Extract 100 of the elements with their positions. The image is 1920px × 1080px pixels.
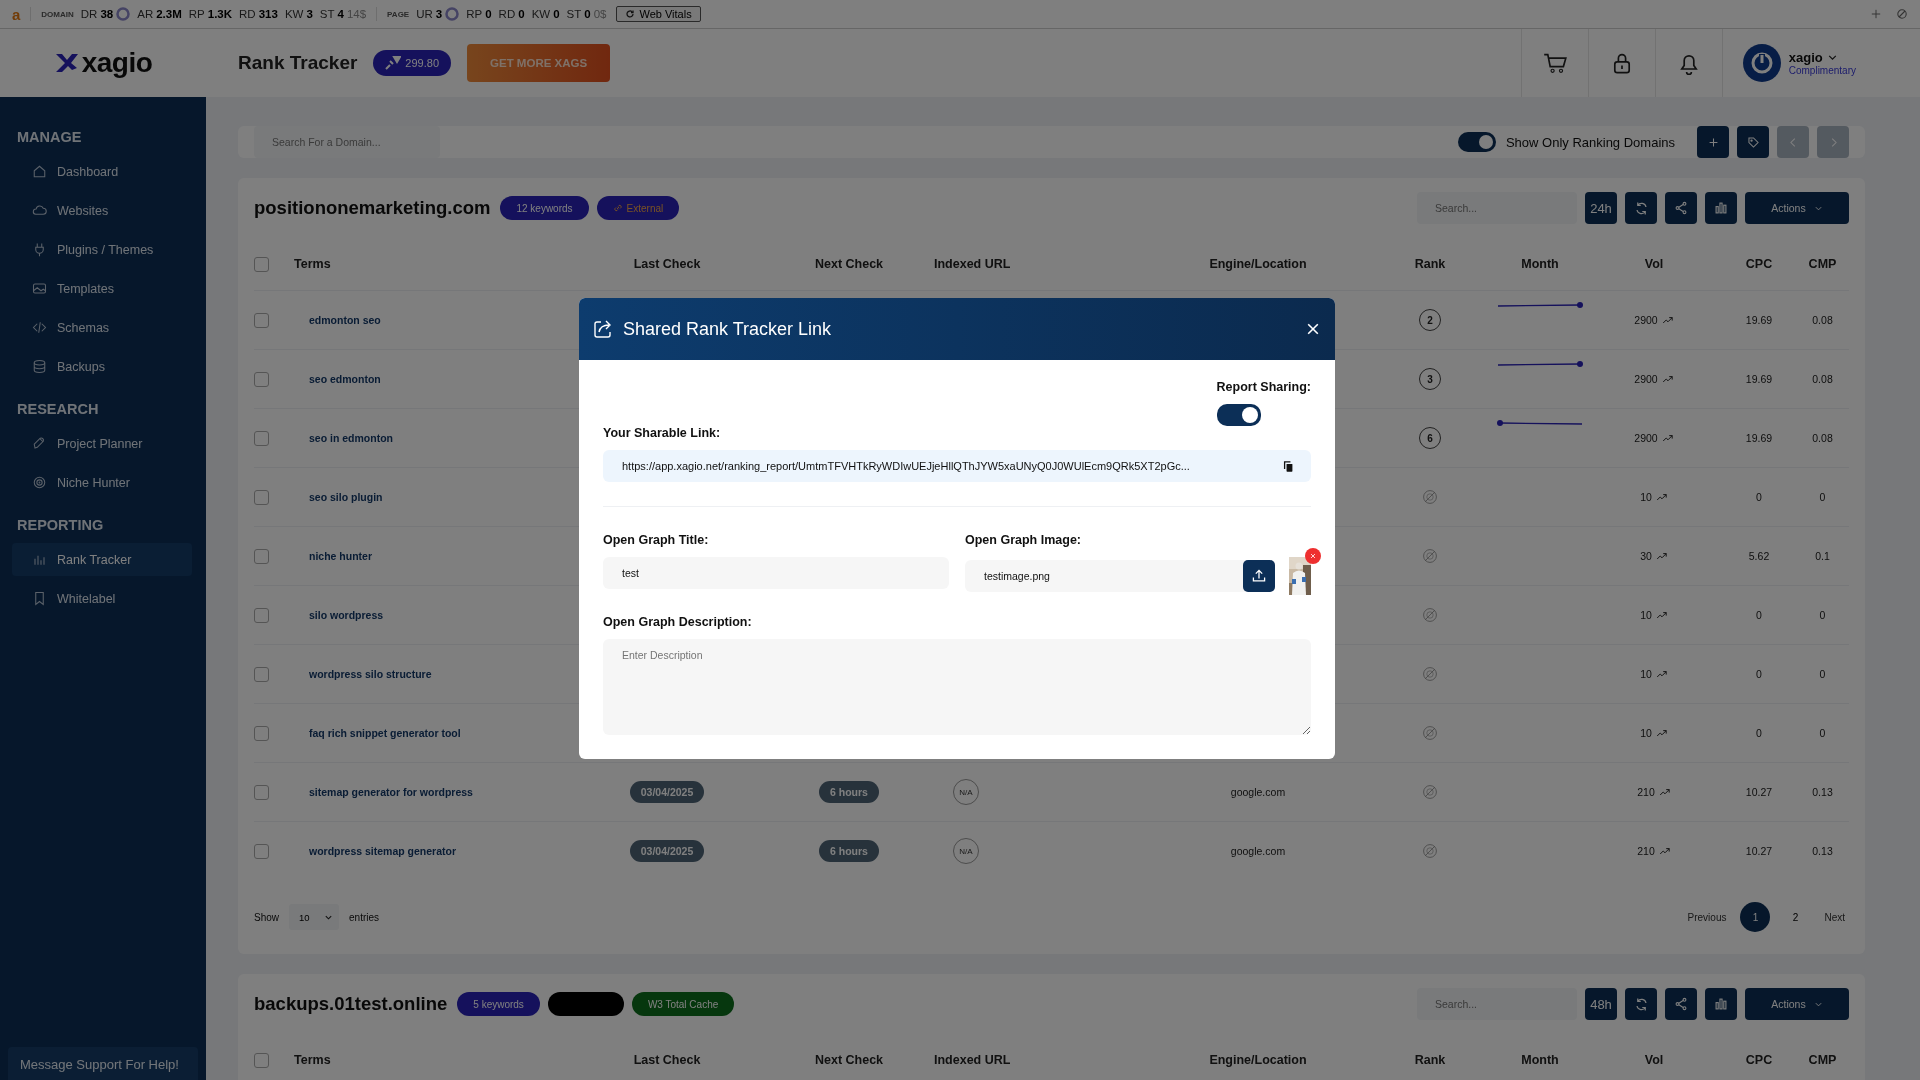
extension-logo[interactable]: a <box>12 5 21 23</box>
tag-button[interactable] <box>1737 126 1769 158</box>
not-ranked-icon <box>1422 607 1438 623</box>
sidebar-item[interactable]: Niche Hunter <box>12 466 192 499</box>
row-checkbox[interactable] <box>254 843 269 859</box>
next-page-link[interactable]: Next <box>1820 911 1849 923</box>
support-button[interactable]: Message Support For Help! <box>8 1047 198 1080</box>
refresh-button[interactable] <box>1625 192 1657 224</box>
metric-value: 3 <box>435 8 443 20</box>
actions-button[interactable]: Actions <box>1745 988 1849 1020</box>
user-name[interactable]: xagio <box>1788 50 1823 65</box>
page-size-select[interactable]: 10 <box>289 904 339 930</box>
cpc-value: 10.27 <box>1745 845 1773 857</box>
metric-label: UR <box>416 8 433 20</box>
refresh-icon <box>1633 200 1649 216</box>
trending-icon <box>1661 314 1674 326</box>
metric-value: 1.3K <box>207 8 233 20</box>
column-header: Last Check <box>632 256 702 273</box>
row-checkbox[interactable] <box>254 666 269 682</box>
chart-button[interactable] <box>1705 988 1737 1020</box>
add-button[interactable] <box>1697 126 1729 158</box>
row-checkbox[interactable] <box>254 548 269 564</box>
column-header: Engine/Location <box>1208 1052 1308 1069</box>
metric-value: 0 <box>518 8 525 20</box>
refresh-button[interactable] <box>1625 988 1657 1020</box>
credits-badge: 299.80 <box>373 50 451 76</box>
domain-name[interactable]: positiononemarketing.com <box>254 197 491 219</box>
copy-icon <box>1282 459 1295 473</box>
engine-location: google.com <box>1230 845 1286 857</box>
sidebar-item[interactable]: Dashboard <box>12 155 192 188</box>
keyword-link[interactable]: niche hunter <box>309 550 372 562</box>
row-checkbox[interactable] <box>254 784 269 800</box>
sidebar-item[interactable]: Plugins / Themes <box>12 233 192 266</box>
keyword-search-field[interactable]: Search... <box>1417 192 1577 224</box>
volume-value: 10 <box>1640 727 1652 739</box>
close-button[interactable] <box>1305 321 1321 337</box>
share-button[interactable] <box>1665 192 1697 224</box>
next-check-time: 6 hours <box>819 781 879 803</box>
web-vitals-button[interactable]: Web Vitals <box>616 6 701 22</box>
page-button[interactable]: 1 <box>1740 902 1771 932</box>
share-button[interactable] <box>1665 988 1697 1020</box>
modal-title: Shared Rank Tracker Link <box>623 318 832 340</box>
competition-value: 0 <box>1819 491 1826 503</box>
sharing-toggle[interactable] <box>1216 404 1261 426</box>
sidebar-item[interactable]: Websites <box>12 194 192 227</box>
domain-search-field[interactable]: Search For a Domain... <box>254 126 440 158</box>
group-label: DOMAIN <box>41 9 74 19</box>
toggle-label: Show Only Ranking Domains <box>1505 134 1675 150</box>
sidebar-item[interactable]: Backups <box>12 350 192 383</box>
row-checkbox[interactable] <box>254 430 269 446</box>
upload-button[interactable] <box>1243 560 1275 592</box>
sidebar-item[interactable]: Project Planner <box>12 427 192 460</box>
actions-button[interactable]: Actions <box>1745 192 1849 224</box>
row-checkbox[interactable] <box>254 371 269 387</box>
select-all-checkbox[interactable] <box>254 1052 269 1068</box>
avatar[interactable] <box>1742 44 1781 82</box>
plug-icon <box>32 242 47 257</box>
column-header: Terms <box>293 1052 332 1069</box>
chart-button[interactable] <box>1705 192 1737 224</box>
remove-image-button[interactable] <box>1305 548 1321 564</box>
keyword-link[interactable]: seo in edmonton <box>309 432 393 444</box>
sidebar-item[interactable]: Whitelabel <box>12 582 192 615</box>
page-button[interactable]: 2 <box>1780 902 1811 932</box>
sidebar-item[interactable]: Templates <box>12 272 192 305</box>
row-checkbox[interactable] <box>254 607 269 623</box>
copy-button[interactable] <box>1282 459 1295 473</box>
volume-value: 30 <box>1640 550 1652 562</box>
competition-value: 0.08 <box>1812 432 1833 444</box>
og-description-field[interactable]: Enter Description <box>603 639 1311 735</box>
ranking-toggle[interactable] <box>1457 132 1496 152</box>
metric-label: RD <box>239 8 256 20</box>
keyword-link[interactable]: wordpress sitemap generator <box>309 845 457 857</box>
keyword-link[interactable]: seo edmonton <box>309 373 381 385</box>
keyword-link[interactable]: faq rich snippet generator tool <box>309 727 461 739</box>
previous-page-link[interactable]: Previous <box>1683 911 1731 923</box>
row-checkbox[interactable] <box>254 725 269 741</box>
column-header: Rank <box>1413 256 1447 273</box>
not-ranked-icon <box>1422 784 1438 800</box>
not-ranked-icon <box>1422 666 1438 682</box>
keyword-link[interactable]: seo silo plugin <box>309 491 383 503</box>
competition-value: 0 <box>1819 727 1826 739</box>
keyword-search-field[interactable]: Search... <box>1417 988 1577 1020</box>
group-label: PAGE <box>387 9 410 19</box>
keyword-link[interactable]: edmonton seo <box>309 314 381 326</box>
keyword-link[interactable]: silo wordpress <box>309 609 384 621</box>
period-button[interactable]: 48h <box>1585 988 1617 1020</box>
sidebar-item[interactable]: Schemas <box>12 311 192 344</box>
link-field[interactable]: https://app.xagio.net/ranking_report/UmtmTFVHTkRyWDIwUEJjeHllQThJYW5xaUNyQ0J0WUlEcm9QRk5XT2pGc... <box>603 450 1311 482</box>
row-checkbox[interactable] <box>254 489 269 505</box>
column-header: CPC <box>1744 1052 1774 1069</box>
select-all-checkbox[interactable] <box>254 256 269 272</box>
domain-name[interactable]: backups.01test.online <box>254 993 448 1015</box>
volume-value: 2900 <box>1634 314 1658 326</box>
row-checkbox[interactable] <box>254 312 269 328</box>
credits-icon <box>385 56 402 70</box>
period-button[interactable]: 24h <box>1585 192 1617 224</box>
keyword-link[interactable]: wordpress silo structure <box>309 668 432 680</box>
sidebar-item[interactable]: Rank Tracker <box>12 543 192 576</box>
keyword-link[interactable]: sitemap generator for wordpress <box>309 786 473 798</box>
og-title-field[interactable]: test <box>603 557 949 589</box>
